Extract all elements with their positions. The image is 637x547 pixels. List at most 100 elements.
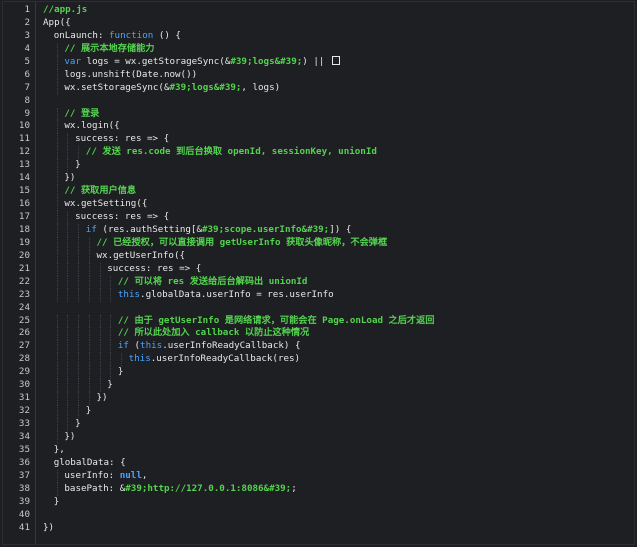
code-text[interactable]: wx.setStorageSync(&#39;logs&#39;, logs): [64, 82, 280, 95]
code-text[interactable]: },: [54, 444, 65, 457]
code-line[interactable]: 26 // 所以此处加入 callback 以防止这种情况: [3, 327, 634, 341]
code-line[interactable]: 3 onLaunch: function () {: [3, 30, 634, 43]
code-line[interactable]: 15 // 获取用户信息: [3, 185, 634, 199]
code-text[interactable]: if (res.authSetting[&#39;scope.userInfo&…: [86, 224, 352, 237]
code-line[interactable]: 34}): [3, 430, 634, 444]
code-line[interactable]: 5 var logs = wx.getStorageSync(&#39;logs&…: [3, 55, 634, 69]
code-text[interactable]: if (this.userInfoReadyCallback) {: [118, 340, 301, 353]
code-text[interactable]: // 登录: [64, 108, 99, 121]
code-token-kw: this: [117, 288, 141, 300]
code-text[interactable]: // 展示本地存储能力: [64, 43, 154, 56]
code-line[interactable]: 21 success: res => {: [3, 262, 634, 276]
code-line[interactable]: 22 // 可以将 res 发送给后台解码出 unionId: [3, 275, 634, 289]
code-lines[interactable]: 1//app.js 2 App({3 onLaunch: function () {4…: [3, 4, 634, 534]
code-text[interactable]: wx.login({: [64, 120, 119, 133]
code-line[interactable]: 23 this.globalData.userInfo = res.userInf…: [3, 288, 634, 302]
code-line[interactable]: 28 this.userInfoReadyCallback(res): [3, 353, 634, 367]
code-text[interactable]: }: [54, 496, 60, 509]
code-line[interactable]: 29}: [3, 366, 634, 380]
code-token-id: ,: [141, 469, 148, 481]
code-line[interactable]: 6 logs.unshift(Date.now()): [3, 68, 634, 82]
code-text[interactable]: success: res => {: [107, 263, 201, 276]
code-token-id: .globalData.userInfo = res.userInfo: [140, 288, 334, 300]
code-editor[interactable]: 1//app.js 2 App({3 onLaunch: function () {4…: [2, 1, 635, 545]
code-line[interactable]: 18 if (res.authSetting[&#39;scope.userInf…: [3, 223, 634, 237]
code-text[interactable]: // 获取用户信息: [64, 185, 136, 198]
code-text[interactable]: // 已经授权，可以直接调用 getUserInfo 获取头像昵称，不会弹框: [97, 237, 388, 250]
code-text[interactable]: this.globalData.userInfo = res.userInfo: [118, 289, 334, 302]
code-line[interactable]: 32}: [3, 405, 634, 418]
line-number: 39: [18, 495, 30, 507]
code-text[interactable]: }): [97, 392, 108, 405]
code-text[interactable]: this.userInfoReadyCallback(res): [129, 353, 301, 366]
code-text[interactable]: var logs = wx.getStorageSync(&#39;logs&#…: [64, 55, 340, 69]
indent-guide: [67, 159, 69, 173]
indent-guide: [67, 340, 69, 354]
code-line[interactable]: 30}: [3, 379, 634, 393]
code-line[interactable]: 24: [3, 302, 634, 315]
code-text[interactable]: // 由于 getUserInfo 是网络请求，可能会在 Page.onLoad…: [118, 315, 435, 328]
code-text[interactable]: //app.js: [43, 4, 87, 17]
code-line[interactable]: 12 // 发送 res.code 到后台换取 openId, sessionKe…: [3, 146, 634, 160]
code-line[interactable]: 35},: [3, 444, 634, 457]
code-line[interactable]: 7 wx.setStorageSync(&#39;logs&#39;, logs): [3, 81, 634, 95]
code-text[interactable]: }: [107, 379, 113, 392]
code-text[interactable]: userInfo: null,: [64, 470, 147, 483]
line-number: 16: [18, 198, 30, 210]
code-text[interactable]: // 所以此处加入 callback 以防止这种情况: [118, 327, 309, 340]
indent-guide: [99, 379, 101, 393]
code-text[interactable]: }: [75, 418, 81, 431]
code-line[interactable]: 20 wx.getUserInfo({: [3, 249, 634, 263]
code-line[interactable]: 11 success: res => {: [3, 133, 634, 147]
code-line[interactable]: 13}: [3, 159, 634, 173]
code-text[interactable]: App({: [43, 17, 71, 30]
code-line[interactable]: 41}): [3, 522, 634, 535]
code-text[interactable]: }: [86, 405, 92, 418]
code-line[interactable]: 4 // 展示本地存储能力: [3, 42, 634, 56]
code-token-id: wx.getSetting({: [64, 198, 148, 210]
code-token-kw: var: [64, 55, 81, 67]
indent-guide: [56, 392, 58, 406]
code-line[interactable]: 38 basePath: &#39;http://127.0.0.1:8086&#…: [3, 482, 634, 496]
code-line[interactable]: 17 success: res => {: [3, 211, 634, 224]
line-number: 27: [18, 340, 30, 352]
code-text[interactable]: success: res => {: [75, 133, 169, 146]
indent-guide: [67, 146, 69, 160]
code-line[interactable]: 33}: [3, 418, 634, 431]
code-line[interactable]: 1 //app.js: [3, 4, 634, 17]
code-text[interactable]: globalData: {: [54, 457, 126, 470]
code-line[interactable]: 31}): [3, 392, 634, 406]
code-text[interactable]: wx.getUserInfo({: [97, 250, 186, 263]
code-line[interactable]: 36 globalData: {: [3, 457, 634, 470]
code-text[interactable]: success: res => {: [75, 211, 169, 224]
code-line[interactable]: 2 App({: [3, 17, 634, 30]
code-text[interactable]: basePath: &#39;http://127.0.0.1:8086&#39…: [64, 483, 296, 496]
code-token-id: ]) {: [329, 223, 352, 235]
code-line[interactable]: 37 userInfo: null,: [3, 469, 634, 483]
code-line[interactable]: 25 // 由于 getUserInfo 是网络请求，可能会在 Page.onLo…: [3, 314, 634, 328]
indent-guide: [99, 353, 101, 367]
code-line[interactable]: 39}: [3, 496, 634, 509]
code-text[interactable]: wx.getSetting({: [64, 198, 147, 211]
code-text[interactable]: // 可以将 res 发送给后台解码出 unionId: [118, 276, 308, 289]
code-line[interactable]: 40: [3, 509, 634, 522]
code-line[interactable]: 10 wx.login({: [3, 120, 634, 134]
code-line[interactable]: 8: [3, 95, 634, 108]
code-line[interactable]: 9 // 登录: [3, 107, 634, 121]
indent-guide: [110, 353, 112, 367]
code-text[interactable]: }): [64, 172, 75, 185]
code-line[interactable]: 27 if (this.userInfoReadyCallback) {: [3, 340, 634, 354]
code-text[interactable]: onLaunch: function () {: [54, 30, 181, 43]
code-text[interactable]: }: [75, 159, 81, 172]
code-line[interactable]: 16 wx.getSetting({: [3, 198, 634, 211]
indent-guide: [67, 366, 69, 380]
code-line[interactable]: 14}): [3, 172, 634, 186]
code-token-cm: // 已经授权，可以直接调用 getUserInfo 获取头像昵称，不会弹框: [96, 236, 388, 248]
code-text[interactable]: }): [43, 522, 54, 535]
code-text[interactable]: logs.unshift(Date.now()): [64, 69, 197, 82]
code-text[interactable]: }): [64, 431, 75, 444]
indent-guide: [56, 314, 58, 328]
code-text[interactable]: }: [118, 366, 124, 379]
code-text[interactable]: // 发送 res.code 到后台换取 openId, sessionKey,…: [86, 146, 377, 159]
code-line[interactable]: 19 // 已经授权，可以直接调用 getUserInfo 获取头像昵称，不会弹框: [3, 236, 634, 250]
